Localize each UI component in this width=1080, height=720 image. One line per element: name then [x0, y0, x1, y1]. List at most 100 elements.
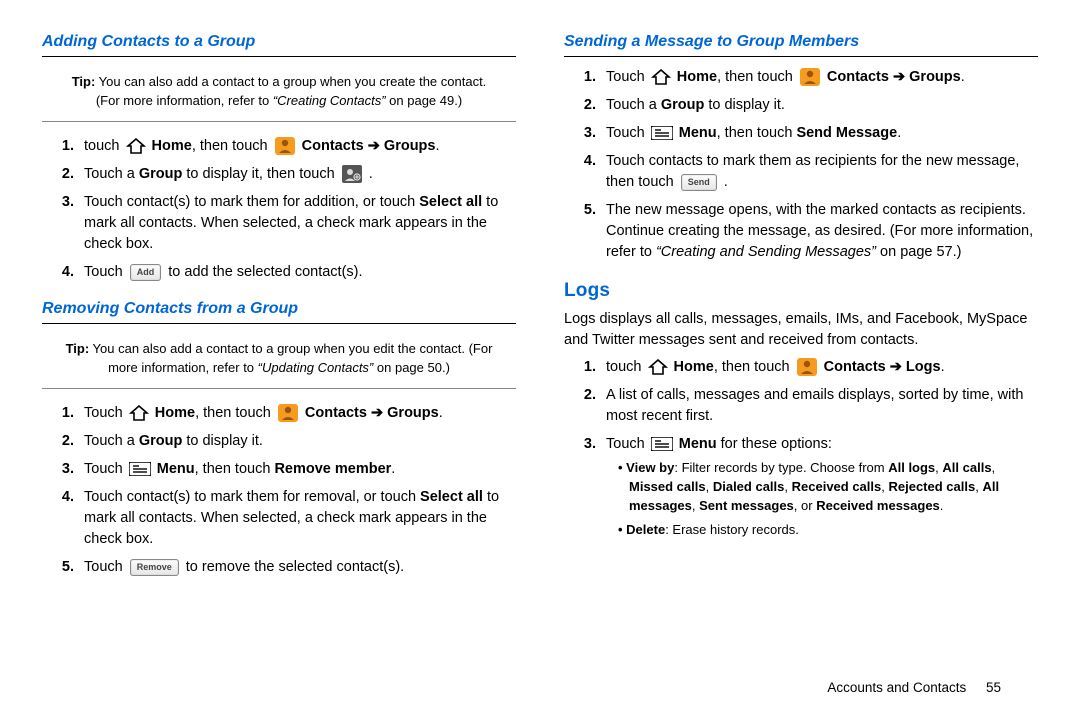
tip-ref: “Updating Contacts” [258, 360, 374, 375]
step: Touch Menu, then touch Remove member. [78, 459, 516, 480]
step: Touch contact(s) to mark them for remova… [78, 487, 516, 550]
tip-label: Tip: [72, 74, 96, 89]
opt: All logs [888, 460, 935, 475]
steps-adding: touch Home, then touch Contacts ➔ Groups… [42, 136, 516, 283]
opt-label: Delete [626, 522, 665, 537]
step: touch Home, then touch Contacts ➔ Groups… [78, 136, 516, 157]
add-member-icon [341, 164, 363, 184]
select-all-label: Select all [419, 194, 482, 210]
steps-sending: Touch Home, then touch Contacts ➔ Groups… [564, 67, 1038, 263]
option-view-by: View by: Filter records by type. Choose … [618, 459, 1038, 516]
opt: Rejected calls [888, 479, 975, 494]
step: The new message opens, with the marked c… [600, 200, 1038, 263]
text: Touch a [84, 166, 139, 182]
text: : Filter records by type. Choose from [674, 460, 888, 475]
text: for these options: [717, 436, 832, 452]
menu-label: Menu [157, 461, 195, 477]
text: : Erase history records. [665, 522, 799, 537]
step: Touch Remove to remove the selected cont… [78, 557, 516, 578]
menu-icon [651, 126, 673, 140]
text: to display it, then touch [182, 166, 338, 182]
step: touch Home, then touch Contacts ➔ Logs. [600, 357, 1038, 378]
logs-options: View by: Filter records by type. Choose … [606, 459, 1038, 540]
contacts-icon [274, 136, 296, 156]
tip-ref: “Creating Contacts” [273, 93, 386, 108]
text: , then touch [195, 405, 275, 421]
text: Touch [606, 69, 649, 85]
menu-icon [651, 437, 673, 451]
left-column: Adding Contacts to a Group Tip: You can … [42, 28, 516, 670]
step: A list of calls, messages and emails dis… [600, 385, 1038, 427]
menu-label: Menu [679, 436, 717, 452]
steps-logs: touch Home, then touch Contacts ➔ Logs. … [564, 357, 1038, 540]
step: Touch a Group to display it. [600, 95, 1038, 116]
text: Touch a [606, 97, 661, 113]
home-label: Home [674, 359, 714, 375]
text: Touch contacts to mark them as recipient… [606, 153, 1019, 190]
text: Touch [84, 461, 127, 477]
logs-intro: Logs displays all calls, messages, email… [564, 309, 1038, 351]
page-number: 55 [986, 680, 1018, 695]
rule [42, 56, 516, 57]
remove-member-label: Remove member [274, 461, 391, 477]
text: , then touch [195, 461, 275, 477]
text: Touch a [84, 433, 139, 449]
steps-removing: Touch Home, then touch Contacts ➔ Groups… [42, 403, 516, 578]
tip-box-2: Tip: You can also add a contact to a gro… [42, 334, 516, 389]
step: Touch Menu for these options: View by: F… [600, 434, 1038, 540]
home-icon [129, 405, 149, 421]
home-icon [651, 69, 671, 85]
text: Touch contact(s) to mark them for additi… [84, 194, 419, 210]
text: , then touch [192, 138, 272, 154]
text: , then touch [714, 359, 794, 375]
step: Touch Add to add the selected contact(s)… [78, 262, 516, 283]
opt: Missed calls [629, 479, 706, 494]
step: Touch Home, then touch Contacts ➔ Groups… [78, 403, 516, 424]
group-label: Group [661, 97, 705, 113]
text: on page 57.) [876, 244, 961, 260]
footer-section: Accounts and Contacts [827, 680, 966, 695]
group-label: Group [139, 166, 183, 182]
home-label: Home [677, 69, 717, 85]
heading-removing: Removing Contacts from a Group [42, 297, 516, 320]
home-label: Home [155, 405, 195, 421]
opt-label: View by [626, 460, 674, 475]
text: Touch [606, 125, 649, 141]
text: to display it. [704, 97, 785, 113]
step: Touch Home, then touch Contacts ➔ Groups… [600, 67, 1038, 88]
text: , then touch [717, 69, 797, 85]
text: to remove the selected contact(s). [186, 559, 404, 575]
text: Touch [84, 405, 127, 421]
group-label: Group [139, 433, 183, 449]
tip-box-1: Tip: You can also add a contact to a gro… [42, 67, 516, 122]
text: to display it. [182, 433, 263, 449]
contacts-icon [796, 357, 818, 377]
contacts-icon [799, 67, 821, 87]
text: , then touch [717, 125, 797, 141]
page-footer: Accounts and Contacts 55 [0, 680, 1080, 695]
text: Touch [84, 559, 127, 575]
text: Touch contact(s) to mark them for remova… [84, 489, 420, 505]
contacts-groups-label: Contacts ➔ Groups [302, 138, 436, 154]
tip-tail: on page 49.) [386, 93, 463, 108]
heading-sending: Sending a Message to Group Members [564, 30, 1038, 53]
send-message-label: Send Message [796, 125, 897, 141]
select-all-label: Select all [420, 489, 483, 505]
page-body: Adding Contacts to a Group Tip: You can … [0, 0, 1080, 680]
opt: Sent messages [699, 498, 794, 513]
text: touch [606, 359, 646, 375]
home-icon [648, 359, 668, 375]
menu-icon [129, 462, 151, 476]
contacts-groups-label: Contacts ➔ Groups [305, 405, 439, 421]
add-button-icon: Add [130, 264, 162, 281]
text: to add the selected contact(s). [168, 264, 362, 280]
remove-button-icon: Remove [130, 559, 179, 576]
opt: Dialed calls [713, 479, 785, 494]
step: Touch Menu, then touch Send Message. [600, 123, 1038, 144]
text: Touch [84, 264, 127, 280]
contacts-groups-label: Contacts ➔ Groups [827, 69, 961, 85]
send-button-icon: Send [681, 174, 717, 191]
opt: All calls [942, 460, 991, 475]
step: Touch contacts to mark them as recipient… [600, 151, 1038, 193]
rule [42, 323, 516, 324]
